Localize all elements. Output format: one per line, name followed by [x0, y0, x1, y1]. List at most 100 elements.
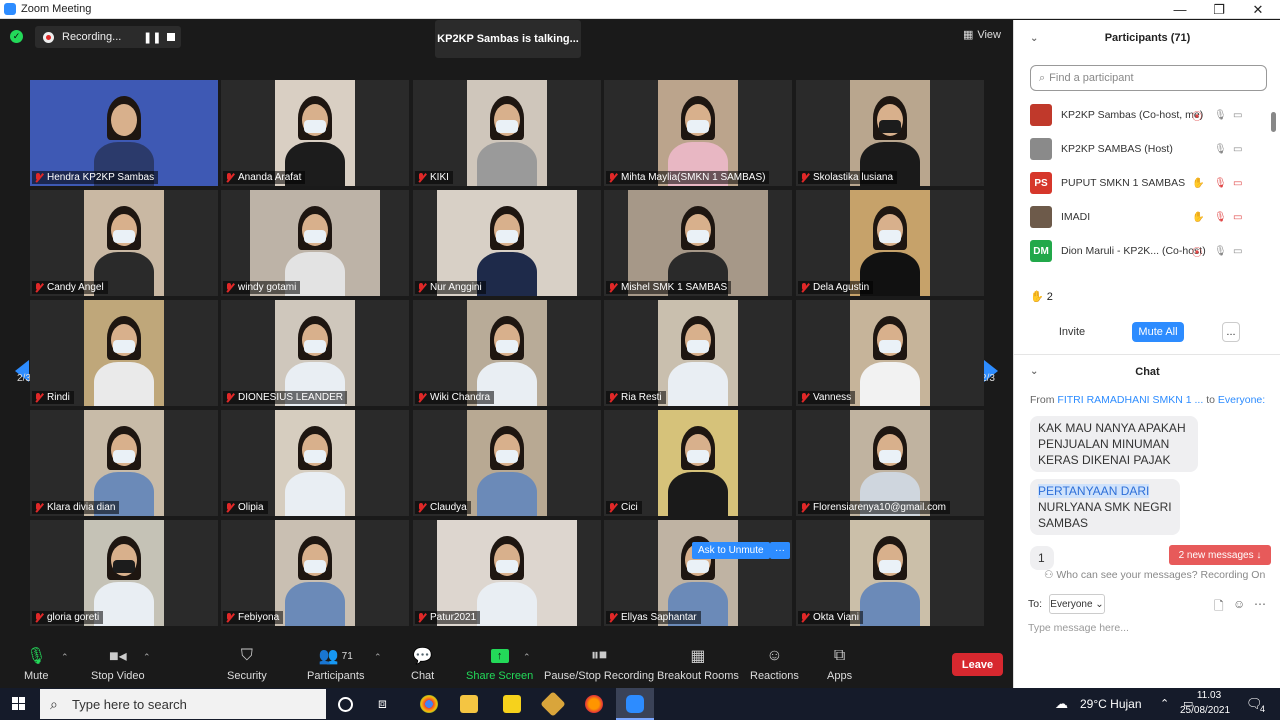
participant-video-tile[interactable]: Dela Agustin	[796, 190, 984, 296]
record-icon	[43, 31, 54, 43]
meeting-area: ✓ Recording... ❚❚ KP2KP Sambas is talkin…	[0, 20, 1013, 640]
zoom-taskbar-button[interactable]	[616, 688, 654, 720]
participant-video-tile[interactable]: Mishel SMK 1 SAMBAS	[604, 190, 792, 296]
muted-microphone-icon	[225, 172, 234, 183]
raised-hands-count: ✋ 2	[1030, 291, 1053, 303]
collapse-chat-chevron-icon[interactable]: ⌄	[1030, 366, 1038, 377]
tray-chevron-icon[interactable]: ⌃	[1160, 697, 1169, 710]
participant-search-input[interactable]: ⌕ Find a participant	[1030, 65, 1267, 91]
breakout-rooms-button[interactable]: ▦ Breakout Rooms	[657, 646, 739, 682]
from-label: From	[1030, 394, 1055, 406]
recipient-select[interactable]: Everyone ⌄	[1049, 594, 1105, 614]
view-button[interactable]: ▦ View	[963, 28, 1001, 42]
face-mask	[496, 340, 518, 353]
participant-video-tile[interactable]: Claudya	[413, 410, 601, 516]
minimize-button[interactable]: —	[1160, 0, 1200, 19]
video-options-caret-icon[interactable]: ⌃	[143, 652, 151, 663]
participant-row[interactable]: PS PUPUT SMKN 1 SAMBAS ✋ 🎙 ▭	[1014, 166, 1276, 200]
participant-row[interactable]: IMADI ✋ 🎙 ▭	[1014, 200, 1276, 234]
audio-options-caret-icon[interactable]: ⌃	[61, 652, 69, 663]
cortana-icon[interactable]	[338, 697, 353, 712]
clock-date[interactable]: 25/08/2021	[1180, 705, 1230, 716]
participant-video-tile[interactable]: Candy Angel	[30, 190, 218, 296]
participant-video-tile[interactable]: Ria Resti	[604, 300, 792, 406]
sender-name[interactable]: FITRI RAMADHANI SMKN 1 ...	[1057, 394, 1203, 406]
ask-to-unmute-button[interactable]: Ask to Unmute	[692, 542, 770, 559]
participant-video-tile[interactable]: Ellyas Saphantar	[604, 520, 792, 626]
collapse-participants-chevron-icon[interactable]: ⌄	[1030, 33, 1038, 44]
firefox-icon[interactable]	[585, 695, 603, 713]
participants-button[interactable]: 👥 71 Participants	[307, 646, 364, 682]
weather-icon[interactable]: ☁	[1055, 696, 1068, 712]
participant-video-tile[interactable]: DIONESIUS LEANDER	[221, 300, 409, 406]
sticky-notes-icon[interactable]	[503, 695, 521, 713]
encryption-shield-icon[interactable]: ✓	[10, 30, 23, 43]
participants-caret-icon[interactable]: ⌃	[374, 652, 382, 663]
stop-recording-icon[interactable]	[167, 33, 175, 41]
face-mask	[879, 120, 901, 133]
file-explorer-icon[interactable]	[460, 695, 478, 713]
more-chat-options-icon[interactable]: ⋯	[1254, 597, 1266, 611]
taskbar-search-input[interactable]: ⌕ Type here to search	[40, 689, 326, 719]
participant-video-tile[interactable]: KIKI	[413, 80, 601, 186]
participant-name-tag: Claudya	[415, 501, 471, 514]
mute-button[interactable]: 🎙 Mute	[24, 646, 48, 682]
participant-video-tile[interactable]: Wiki Chandra	[413, 300, 601, 406]
mute-all-button[interactable]: Mute All	[1132, 322, 1184, 342]
invite-button[interactable]: Invite	[1056, 322, 1088, 342]
participant-video-tile[interactable]: Nur Anggini	[413, 190, 601, 296]
participant-video-tile[interactable]: Cici	[604, 410, 792, 516]
reactions-button[interactable]: ☺ Reactions	[750, 646, 799, 682]
more-options-button[interactable]: ···	[770, 542, 790, 559]
participant-row[interactable]: KP2KP SAMBAS (Host) 🎙 ▭	[1014, 132, 1276, 166]
participant-name-tag: Febiyona	[223, 611, 284, 624]
participants-scrollbar[interactable]	[1271, 112, 1276, 132]
stop-video-button[interactable]: ■◂ Stop Video	[91, 646, 145, 682]
close-button[interactable]: ✕	[1238, 0, 1278, 19]
participant-video-tile[interactable]: Olipia	[221, 410, 409, 516]
muted-microphone-icon	[608, 392, 617, 403]
emoji-icon[interactable]: ☺	[1233, 597, 1245, 611]
weather-label[interactable]: 29°C Hujan	[1080, 697, 1142, 711]
leave-button[interactable]: Leave	[952, 653, 1003, 676]
participant-video-tile[interactable]: windy gotami	[221, 190, 409, 296]
participant-video-tile[interactable]: Skolastika lusiana	[796, 80, 984, 186]
person-shirt	[477, 582, 537, 626]
participant-video-tile[interactable]: Mihta Maylia(SMKN 1 SAMBAS)	[604, 80, 792, 186]
participant-video-tile[interactable]: Klara divia dian	[30, 410, 218, 516]
chrome-icon[interactable]	[420, 695, 438, 713]
participant-video-tile[interactable]: Hendra KP2KP Sambas	[30, 80, 218, 186]
pen-app-icon[interactable]	[540, 691, 566, 717]
clock-time[interactable]: 11.03	[1194, 690, 1224, 701]
face-mask	[113, 450, 135, 463]
chat-button[interactable]: 💬 Chat	[411, 646, 434, 682]
security-button[interactable]: ⛉ Security	[227, 646, 267, 682]
share-options-caret-icon[interactable]: ⌃	[523, 652, 531, 663]
participant-video-tile[interactable]: Patur2021	[413, 520, 601, 626]
file-icon[interactable]: 🗋	[1214, 597, 1224, 618]
new-messages-button[interactable]: 2 new messages ↓	[1169, 545, 1271, 565]
participant-video-tile[interactable]: Rindi	[30, 300, 218, 406]
chat-input[interactable]: Type message here...	[1028, 622, 1129, 634]
windows-start-icon[interactable]	[12, 697, 26, 711]
avatar	[1030, 138, 1052, 160]
face-mask	[687, 120, 709, 133]
participant-row[interactable]: DM Dion Maruli - KP2K... (Co-host) ⦿ 🎙 ▭	[1014, 234, 1276, 268]
more-participant-options-button[interactable]: ...	[1222, 322, 1240, 342]
mute-label: Mute	[24, 670, 49, 682]
participant-video-tile[interactable]: Okta Viani	[796, 520, 984, 626]
participant-name: Candy Angel	[47, 282, 104, 293]
participant-video-tile[interactable]: Florensiarenya10@gmail.com	[796, 410, 984, 516]
who-can-see-link[interactable]: ⚇ Who can see your messages? Recording O…	[1044, 569, 1265, 581]
pause-stop-recording-button[interactable]: ⏸⏹ Pause/Stop Recording	[544, 646, 654, 682]
apps-button[interactable]: ⧉ Apps	[827, 646, 852, 682]
task-view-icon[interactable]: ⧈	[378, 695, 396, 713]
pause-recording-icon[interactable]: ❚❚	[143, 31, 161, 44]
participant-video-tile[interactable]: gloria goreti	[30, 520, 218, 626]
participant-video-tile[interactable]: Febiyona	[221, 520, 409, 626]
participant-video-tile[interactable]: Vanness	[796, 300, 984, 406]
participant-video-tile[interactable]: Ananda Arafat	[221, 80, 409, 186]
restore-button[interactable]: ❐	[1199, 0, 1239, 19]
participant-row[interactable]: KP2KP Sambas (Co-host, me) ⦿ 🎙 ▭	[1014, 98, 1276, 132]
recording-status-icon: ⦿	[1192, 247, 1202, 259]
